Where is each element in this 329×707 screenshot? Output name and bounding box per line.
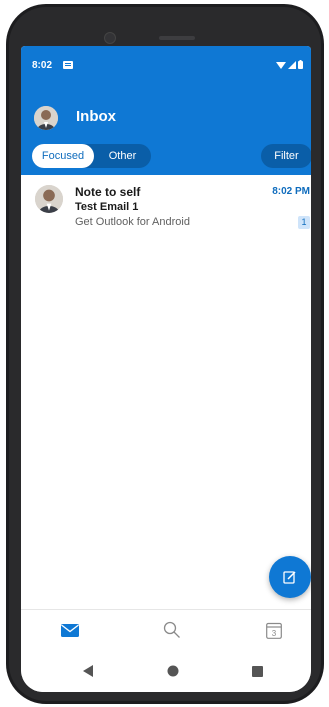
tab-focused[interactable]: Focused bbox=[32, 144, 94, 168]
search-icon bbox=[163, 621, 180, 638]
home-button[interactable] bbox=[166, 664, 180, 678]
message-count-badge: 1 bbox=[298, 216, 310, 229]
calendar-day: 3 bbox=[272, 629, 277, 638]
status-icons bbox=[276, 60, 303, 69]
bottom-nav: 3 bbox=[21, 609, 311, 650]
message-list-item[interactable]: Note to self Test Email 1 Get Outlook fo… bbox=[21, 175, 311, 235]
signal-icon bbox=[288, 60, 296, 69]
sender-avatar bbox=[35, 185, 63, 213]
earpiece-speaker bbox=[159, 36, 195, 40]
nav-calendar[interactable]: 3 bbox=[263, 620, 285, 640]
battery-icon bbox=[298, 60, 303, 69]
wifi-icon bbox=[276, 61, 286, 69]
status-bar: 8:02 bbox=[21, 46, 311, 86]
status-time: 8:02 bbox=[32, 60, 53, 71]
page-title: Inbox bbox=[76, 108, 116, 125]
inbox-segment-control: Focused Other bbox=[32, 144, 151, 168]
system-nav-bar bbox=[21, 650, 311, 692]
recents-icon bbox=[251, 665, 263, 677]
nav-mail[interactable] bbox=[59, 620, 81, 640]
message-time: 8:02 PM bbox=[272, 186, 310, 197]
account-avatar[interactable] bbox=[34, 106, 58, 130]
back-button[interactable] bbox=[81, 664, 95, 678]
mail-icon bbox=[61, 623, 79, 637]
recents-button[interactable] bbox=[250, 664, 264, 678]
tab-other[interactable]: Other bbox=[94, 144, 151, 168]
message-sender: Note to self bbox=[75, 185, 141, 199]
front-camera bbox=[104, 32, 116, 44]
message-preview: Get Outlook for Android bbox=[75, 216, 190, 228]
home-icon bbox=[167, 665, 179, 677]
compose-button[interactable] bbox=[269, 556, 311, 598]
nav-search[interactable] bbox=[161, 620, 183, 640]
back-icon bbox=[83, 665, 93, 677]
notification-icon bbox=[63, 61, 73, 69]
calendar-icon: 3 bbox=[266, 622, 282, 639]
phone-screen: 8:02 Inbox Focused Other Filter Note to … bbox=[21, 46, 311, 692]
filter-button[interactable]: Filter bbox=[261, 144, 311, 168]
app-header: 8:02 Inbox Focused Other Filter bbox=[21, 46, 311, 175]
message-subject: Test Email 1 bbox=[75, 201, 139, 213]
compose-icon bbox=[283, 571, 296, 584]
